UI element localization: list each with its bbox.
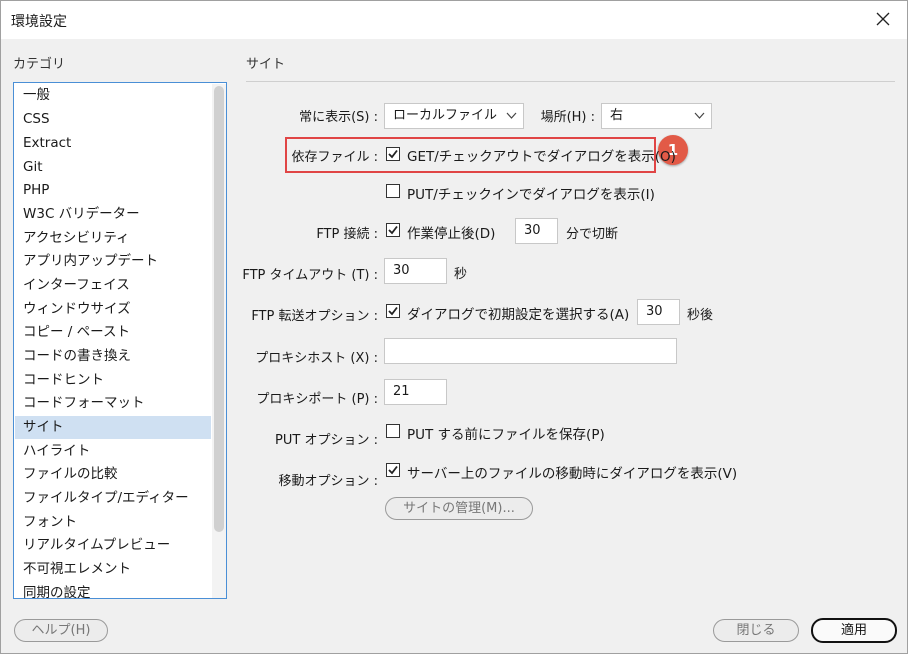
title-bar: 環境設定	[1, 1, 907, 39]
location-select[interactable]: 右	[601, 103, 712, 129]
ftp-transfer-label: FTP 転送オプション :	[251, 309, 378, 324]
category-item[interactable]: アクセシビリティ	[15, 227, 211, 250]
close-button[interactable]: 閉じる	[713, 619, 799, 642]
category-item[interactable]: ファイルの比較	[15, 463, 211, 486]
category-item[interactable]: コードの書き換え	[15, 345, 211, 368]
ftp-idle-checkbox[interactable]	[386, 223, 400, 237]
checkmark-icon	[388, 225, 398, 235]
ftp-connection-label: FTP 接続 :	[316, 227, 378, 242]
category-item-selected[interactable]: サイト	[15, 416, 211, 439]
section-divider	[246, 81, 895, 82]
move-options-label: 移動オプション :	[278, 474, 378, 489]
checkmark-icon	[388, 149, 398, 159]
chevron-down-icon	[694, 112, 705, 119]
ftp-transfer-input[interactable]: 30	[637, 299, 680, 325]
get-dialog-label: GET/チェックアウトでダイアログを表示(O)	[407, 149, 676, 165]
apply-button[interactable]: 適用	[811, 618, 897, 643]
proxy-host-input[interactable]	[384, 338, 677, 364]
manage-sites-button[interactable]: サイトの管理(M)...	[385, 497, 533, 520]
chevron-down-icon	[506, 112, 517, 119]
get-dialog-checkbox[interactable]	[386, 147, 400, 161]
help-button[interactable]: ヘルプ(H)	[14, 619, 108, 642]
proxy-port-input[interactable]: 21	[384, 379, 447, 405]
ftp-transfer-option-label: ダイアログで初期設定を選択する(A)	[407, 307, 630, 323]
put-dialog-label: PUT/チェックインでダイアログを表示(I)	[407, 187, 655, 203]
always-show-select[interactable]: ローカルファイル	[384, 103, 524, 129]
category-item[interactable]: コピー / ペースト	[15, 321, 211, 344]
ftp-timeout-input[interactable]: 30	[384, 258, 447, 284]
dependent-files-label: 依存ファイル :	[291, 150, 378, 165]
category-item[interactable]: 同期の設定	[15, 582, 211, 598]
checkmark-icon	[388, 465, 398, 475]
always-show-label: 常に表示(S) :	[299, 110, 378, 125]
category-scrollbar[interactable]	[212, 84, 226, 598]
category-item[interactable]: ウィンドウサイズ	[15, 298, 211, 321]
checkmark-icon	[388, 306, 398, 316]
scroll-thumb[interactable]	[214, 86, 224, 532]
category-item[interactable]: W3C バリデーター	[15, 203, 211, 226]
category-item[interactable]: 不可視エレメント	[15, 558, 211, 581]
category-item[interactable]: コードフォーマット	[15, 392, 211, 415]
proxy-port-label: プロキシポート (P) :	[256, 392, 378, 407]
ftp-timeout-unit: 秒	[454, 267, 468, 282]
category-item[interactable]: ファイルタイプ/エディター	[15, 487, 211, 510]
category-list[interactable]: 一般 CSS Extract Git PHP W3C バリデーター アクセシビリ…	[13, 82, 227, 599]
category-item[interactable]: フォント	[15, 511, 211, 534]
section-title: サイト	[246, 57, 286, 72]
category-item[interactable]: リアルタイムプレビュー	[15, 534, 211, 557]
ftp-transfer-checkbox[interactable]	[386, 304, 400, 318]
always-show-value: ローカルファイル	[393, 108, 498, 123]
put-options-label: PUT オプション :	[275, 433, 378, 448]
put-save-checkbox[interactable]	[386, 424, 400, 438]
category-item[interactable]: コードヒント	[15, 369, 211, 392]
category-item[interactable]: 一般	[15, 84, 211, 107]
ftp-timeout-label: FTP タイムアウト (T) :	[242, 268, 378, 283]
ftp-idle-input[interactable]: 30	[515, 218, 558, 244]
window-title: 環境設定	[11, 14, 67, 30]
category-item[interactable]: インターフェイス	[15, 274, 211, 297]
move-dialog-checkbox[interactable]	[386, 463, 400, 477]
category-item[interactable]: CSS	[15, 108, 211, 131]
close-icon[interactable]	[873, 9, 893, 29]
category-item[interactable]: PHP	[15, 179, 211, 202]
ftp-idle-label: 作業停止後(D)	[407, 226, 496, 242]
category-item[interactable]: Git	[15, 156, 211, 179]
ftp-idle-unit: 分で切断	[566, 227, 619, 242]
put-dialog-checkbox[interactable]	[386, 184, 400, 198]
category-item[interactable]: アプリ内アップデート	[15, 250, 211, 273]
proxy-host-label: プロキシホスト (X) :	[255, 351, 378, 366]
ftp-transfer-unit: 秒後	[687, 308, 714, 323]
move-dialog-label: サーバー上のファイルの移動時にダイアログを表示(V)	[407, 466, 738, 482]
preferences-window: 環境設定 カテゴリ 一般 CSS Extract Git PHP W3C バリデ…	[0, 0, 908, 654]
put-save-label: PUT する前にファイルを保存(P)	[407, 427, 605, 443]
location-label: 場所(H) :	[540, 110, 595, 125]
category-item[interactable]: ハイライト	[15, 440, 211, 463]
category-label: カテゴリ	[13, 57, 66, 72]
location-value: 右	[610, 108, 624, 123]
category-item[interactable]: Extract	[15, 132, 211, 155]
